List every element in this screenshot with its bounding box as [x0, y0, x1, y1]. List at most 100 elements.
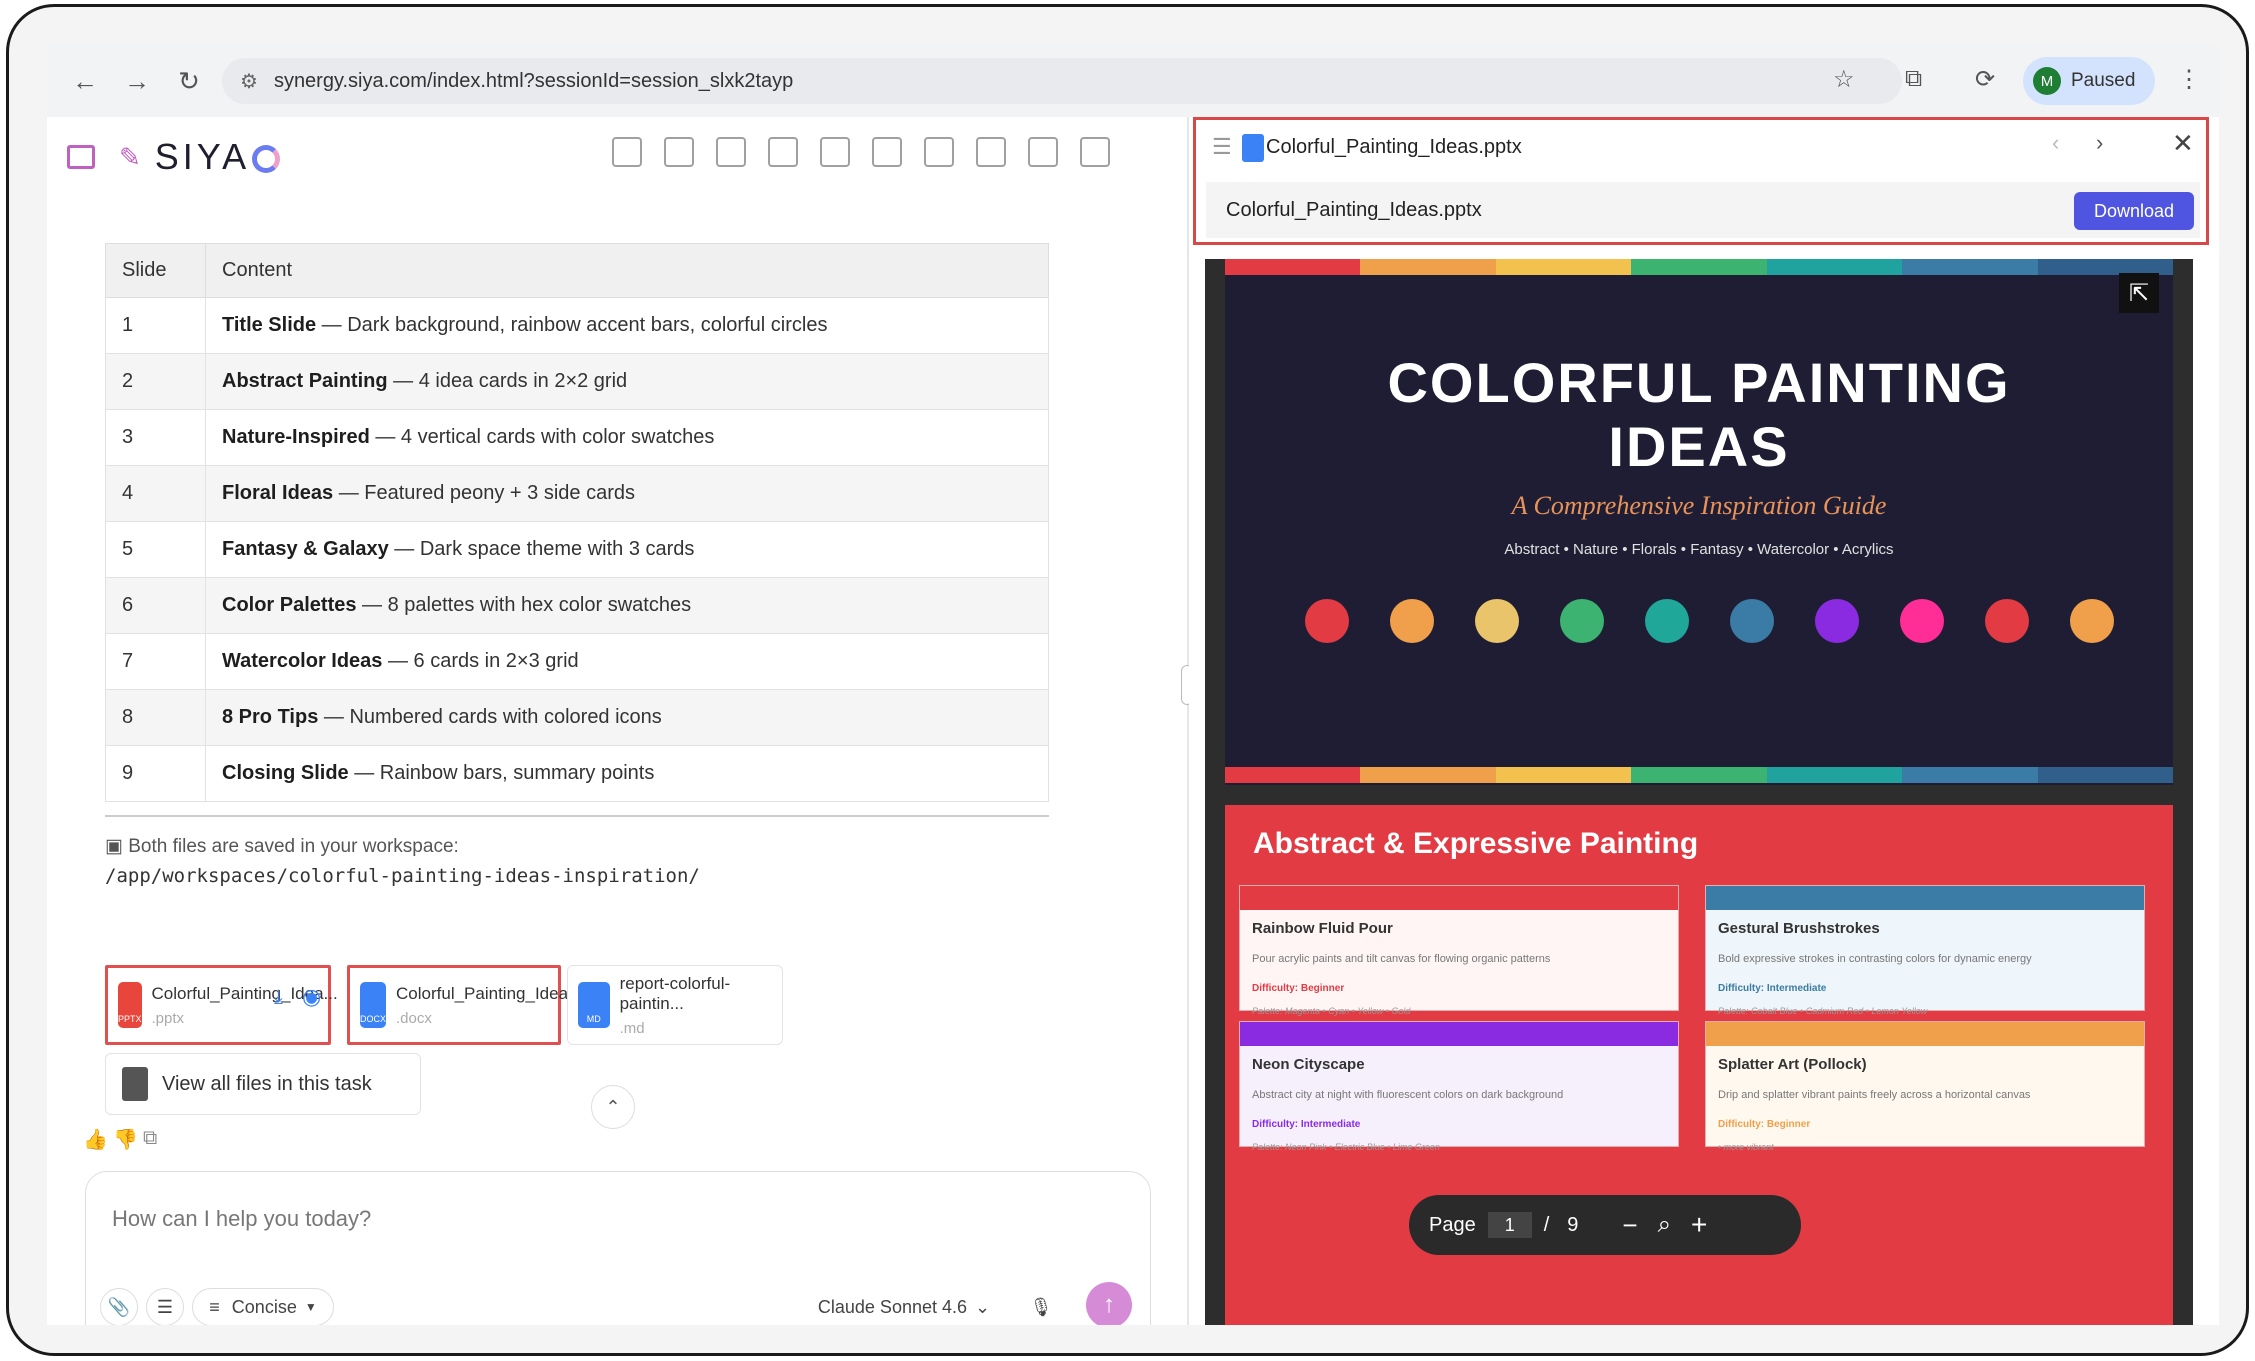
settings-sliders-icon[interactable]: ☰	[146, 1288, 184, 1325]
color-dot	[1390, 599, 1434, 643]
idea-card: Gestural Brushstrokes Bold expressive st…	[1705, 885, 2145, 1016]
slide-number: 8	[105, 689, 206, 746]
slide-name: Floral Ideas	[222, 482, 334, 504]
attach-icon[interactable]: 📎	[100, 1288, 138, 1325]
file-info: report-colorful-paintin... .md	[620, 974, 782, 1037]
reload-icon[interactable]: ↻	[169, 61, 209, 101]
document-icon[interactable]	[716, 137, 746, 167]
download-button[interactable]: Download	[2074, 192, 2194, 230]
site-settings-icon[interactable]: ⚙	[240, 69, 258, 94]
table-row: 5 Fantasy & Galaxy — Dark space theme wi…	[105, 521, 1049, 578]
model-select[interactable]: Claude Sonnet 4.6 ⌄	[804, 1288, 1004, 1325]
table-row: 6 Color Palettes — 8 palettes with hex c…	[105, 577, 1049, 634]
close-icon[interactable]: ✕	[2172, 128, 2194, 159]
menu-kebab-icon[interactable]: ⋮	[2177, 65, 2201, 94]
slide-desc: — Numbered cards with colored icons	[318, 706, 662, 728]
card-desc: Pour acrylic paints and tilt canvas for …	[1252, 953, 1551, 965]
mode-select[interactable]: ≡ Concise ▼	[192, 1288, 334, 1325]
file-attachment[interactable]: PPTX Colorful_Painting_Idea... .pptx ⤓ ◉	[105, 965, 338, 1045]
slide-content: Closing Slide — Rainbow bars, summary po…	[205, 745, 1049, 802]
file-icon[interactable]	[1080, 137, 1110, 167]
next-file-icon[interactable]: ›	[2096, 130, 2103, 156]
file-name: Colorful_Painting_Idea...	[396, 983, 583, 1003]
preview-filename: Colorful_Painting_Ideas.pptx	[1266, 136, 1522, 158]
chat-panel: ✎ SIYA Slide Content 1 Title Slide — Dar…	[47, 117, 1187, 1325]
slide-number: 5	[105, 521, 206, 578]
logo-text: SIYA	[154, 136, 251, 177]
rainbow-segment	[2037, 767, 2173, 783]
grid-icon[interactable]	[612, 137, 642, 167]
color-dot	[1475, 599, 1519, 643]
forward-icon[interactable]: →	[117, 61, 157, 101]
color-dots	[1305, 599, 2114, 643]
new-chat-icon[interactable]: ✎	[119, 142, 141, 173]
slide-number: 6	[105, 577, 206, 634]
file-attachment[interactable]: MD report-colorful-paintin... .md	[567, 965, 783, 1045]
back-icon[interactable]: ←	[65, 61, 105, 101]
card-difficulty: Difficulty: Beginner	[1718, 1119, 1811, 1130]
page-number-input[interactable]: 1	[1487, 1212, 1532, 1238]
monitor-icon[interactable]	[924, 137, 954, 167]
export-icon[interactable]	[1028, 137, 1058, 167]
card-title: Splatter Art (Pollock)	[1718, 1056, 1867, 1073]
view-all-files-button[interactable]: View all files in this task	[105, 1053, 421, 1115]
eye-icon[interactable]: ◉	[302, 984, 321, 1010]
file-type-icon: MD	[578, 982, 610, 1028]
color-dot	[1560, 599, 1604, 643]
file-info: Colorful_Painting_Idea... .docx	[396, 984, 582, 1027]
slide-tags: Abstract • Nature • Florals • Fantasy • …	[1504, 541, 1894, 558]
list-icon[interactable]: ☰	[1212, 134, 1232, 160]
card-palette: Palette: Neon Pink • Electric Blue • Lim…	[1252, 1142, 1440, 1152]
slide-name: Closing Slide	[222, 762, 349, 784]
logo-mark	[252, 145, 281, 174]
windows-icon[interactable]	[872, 137, 902, 167]
extensions-icon[interactable]: ⧉	[1905, 65, 1922, 93]
thumbs-down-icon[interactable]: 👎	[113, 1127, 138, 1152]
inbox-icon[interactable]	[768, 137, 798, 167]
open-external-icon[interactable]: ⇱	[2119, 273, 2159, 313]
microphone-icon[interactable]: 🎙	[1026, 1288, 1056, 1325]
slide-number: 3	[105, 409, 206, 466]
thumbs-up-icon[interactable]: 👍	[83, 1127, 108, 1152]
profile-button[interactable]: M Paused	[2023, 57, 2155, 105]
list-icon: ≡	[209, 1296, 220, 1317]
download-icon[interactable]: ⤓	[274, 986, 283, 1009]
slide-1: ⇱ COLORFUL PAINTING IDEAS A Comprehensiv…	[1225, 259, 2173, 785]
sync-icon[interactable]: ⟳	[1975, 65, 1995, 94]
card-difficulty: Difficulty: Intermediate	[1252, 1119, 1361, 1130]
slide-content: Floral Ideas — Featured peony + 3 side c…	[205, 465, 1049, 522]
rainbow-segment	[1225, 767, 1361, 783]
slide-number: 4	[105, 465, 206, 522]
address-bar[interactable]: ⚙ synergy.siya.com/index.html?sessionId=…	[222, 58, 1902, 104]
copy-icon[interactable]: ⧉	[143, 1127, 157, 1150]
zoom-icon[interactable]: ⌕	[1658, 1211, 1671, 1239]
workspace-path: /app/workspaces/colorful-painting-ideas-…	[105, 865, 700, 887]
page-total: 9	[1567, 1213, 1579, 1236]
caret-icon: ▼	[304, 1300, 317, 1314]
zoom-out-icon[interactable]: −	[1622, 1210, 1637, 1241]
sidebar-toggle-icon[interactable]	[67, 145, 95, 169]
zoom-in-icon[interactable]: +	[1691, 1209, 1707, 1241]
send-button[interactable]: ↑	[1086, 1282, 1132, 1325]
rainbow-segment	[1631, 767, 1767, 783]
view-all-label: View all files in this task	[162, 1072, 372, 1095]
slide-content: Nature-Inspired — 4 vertical cards with …	[205, 409, 1049, 466]
slide-number: 1	[105, 297, 206, 354]
folder-icon[interactable]	[664, 137, 694, 167]
card-title: Rainbow Fluid Pour	[1252, 920, 1393, 937]
slide-name: 8 Pro Tips	[222, 706, 319, 728]
slide-viewer[interactable]: ⇱ COLORFUL PAINTING IDEAS A Comprehensiv…	[1205, 259, 2193, 1325]
file-attachment[interactable]: DOCX Colorful_Painting_Idea... .docx	[347, 965, 582, 1045]
card-bar	[1240, 1022, 1678, 1046]
bookmark-star-icon[interactable]: ☆	[1833, 65, 1855, 94]
slide-name: Fantasy & Galaxy	[222, 538, 389, 560]
comment-icon[interactable]	[820, 137, 850, 167]
message-input[interactable]: How can I help you today?	[112, 1206, 371, 1232]
scroll-up-button[interactable]: ⌃	[591, 1085, 635, 1129]
color-dot	[1815, 599, 1859, 643]
card-difficulty: Difficulty: Intermediate	[1718, 983, 1827, 994]
folder-open-icon[interactable]	[976, 137, 1006, 167]
chevron-down-icon: ⌄	[975, 1296, 991, 1317]
slide-name: Abstract Painting	[222, 370, 388, 392]
prev-file-icon[interactable]: ‹	[2052, 130, 2059, 156]
